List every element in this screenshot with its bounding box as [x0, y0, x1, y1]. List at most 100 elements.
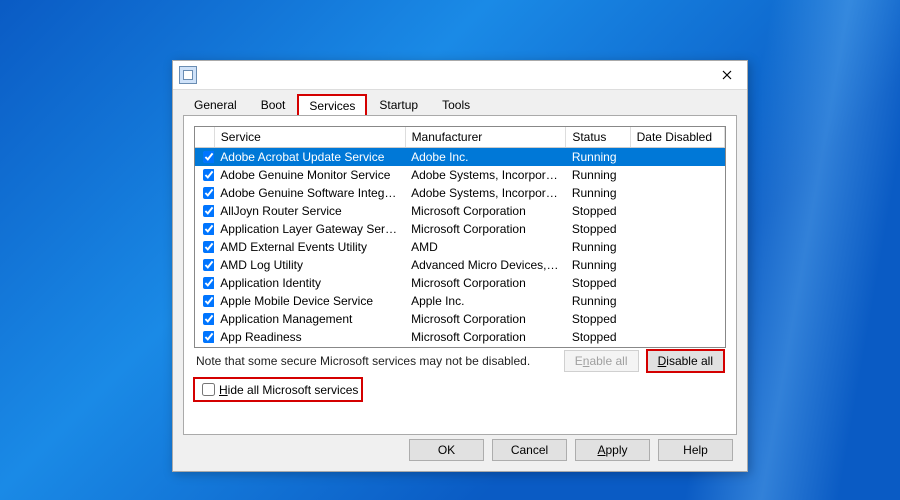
cell-date_disabled — [630, 256, 724, 274]
cell-service: AllJoyn Router Service — [214, 202, 405, 220]
apply-button[interactable]: Apply — [575, 439, 650, 461]
cell-service: Adobe Acrobat Update Service — [214, 148, 405, 167]
services-listview[interactable]: Service Manufacturer Status Date Disable… — [194, 126, 726, 348]
disable-all-button[interactable]: Disable all — [647, 350, 724, 372]
col-manufacturer[interactable]: Manufacturer — [405, 127, 566, 148]
tab-startup[interactable]: Startup — [368, 94, 429, 115]
cell-status: Running — [566, 238, 630, 256]
cell-service: Adobe Genuine Monitor Service — [214, 166, 405, 184]
cell-service: Application Layer Gateway Service — [214, 220, 405, 238]
cell-service: App Readiness — [214, 328, 405, 346]
cell-status: Stopped — [566, 274, 630, 292]
dialog-buttons: OK Cancel Apply Help — [409, 439, 733, 461]
cell-manufacturer: Microsoft Corporation — [405, 310, 566, 328]
cell-date_disabled — [630, 202, 724, 220]
tab-boot[interactable]: Boot — [250, 94, 297, 115]
service-checkbox[interactable] — [203, 169, 214, 181]
service-checkbox[interactable] — [203, 223, 214, 235]
cell-date_disabled — [630, 274, 724, 292]
cell-manufacturer: Adobe Inc. — [405, 148, 566, 167]
cell-service: AMD External Events Utility — [214, 238, 405, 256]
cell-date_disabled — [630, 292, 724, 310]
hide-microsoft-services-checkbox[interactable]: Hide all Microsoft services — [194, 378, 362, 401]
close-button[interactable] — [707, 61, 747, 89]
enable-all-button[interactable]: Enable all — [564, 350, 639, 372]
col-status[interactable]: Status — [566, 127, 630, 148]
cell-date_disabled — [630, 184, 724, 202]
table-row[interactable]: Application IdentityMicrosoft Corporatio… — [195, 274, 725, 292]
cell-service: AMD Log Utility — [214, 256, 405, 274]
table-row[interactable]: AppX Deployment Service (AppX...Microsof… — [195, 346, 725, 347]
tab-panel-services: Service Manufacturer Status Date Disable… — [183, 115, 737, 435]
cell-date_disabled — [630, 346, 724, 347]
cell-manufacturer: Microsoft Corporation — [405, 328, 566, 346]
cell-date_disabled — [630, 328, 724, 346]
tab-services[interactable]: Services — [298, 95, 366, 116]
service-checkbox[interactable] — [203, 205, 214, 217]
service-checkbox[interactable] — [203, 259, 214, 271]
msconfig-window: GeneralBootServicesStartupTools Service … — [172, 60, 748, 472]
tab-tools[interactable]: Tools — [431, 94, 481, 115]
cell-manufacturer: Advanced Micro Devices, I... — [405, 256, 566, 274]
cell-manufacturer: Apple Inc. — [405, 292, 566, 310]
cell-service: Apple Mobile Device Service — [214, 292, 405, 310]
cell-manufacturer: Microsoft Corporation — [405, 274, 566, 292]
cell-date_disabled — [630, 166, 724, 184]
cell-service: Application Management — [214, 310, 405, 328]
cancel-button[interactable]: Cancel — [492, 439, 567, 461]
cell-status: Running — [566, 148, 630, 167]
cell-date_disabled — [630, 310, 724, 328]
cell-date_disabled — [630, 238, 724, 256]
service-checkbox[interactable] — [203, 277, 214, 289]
titlebar[interactable] — [173, 61, 747, 90]
tabstrip: GeneralBootServicesStartupTools — [173, 90, 747, 115]
cell-manufacturer: Adobe Systems, Incorpora... — [405, 166, 566, 184]
app-icon — [179, 66, 197, 84]
table-row[interactable]: Apple Mobile Device ServiceApple Inc.Run… — [195, 292, 725, 310]
table-row[interactable]: Adobe Genuine Monitor ServiceAdobe Syste… — [195, 166, 725, 184]
table-row[interactable]: AMD Log UtilityAdvanced Micro Devices, I… — [195, 256, 725, 274]
cell-status: Stopped — [566, 328, 630, 346]
secure-services-note: Note that some secure Microsoft services… — [196, 354, 530, 368]
cell-status: Running — [566, 256, 630, 274]
table-row[interactable]: Adobe Genuine Software Integri...Adobe S… — [195, 184, 725, 202]
col-checkbox[interactable] — [195, 127, 214, 148]
table-row[interactable]: App ReadinessMicrosoft CorporationStoppe… — [195, 328, 725, 346]
close-icon — [722, 70, 732, 80]
cell-service: Application Identity — [214, 274, 405, 292]
cell-date_disabled — [630, 148, 724, 167]
cell-manufacturer: Microsoft Corporation — [405, 202, 566, 220]
cell-service: Adobe Genuine Software Integri... — [214, 184, 405, 202]
table-row[interactable]: AllJoyn Router ServiceMicrosoft Corporat… — [195, 202, 725, 220]
cell-manufacturer: AMD — [405, 238, 566, 256]
service-checkbox[interactable] — [203, 313, 214, 325]
col-date-disabled[interactable]: Date Disabled — [630, 127, 724, 148]
cell-manufacturer: Microsoft Corporation — [405, 346, 566, 347]
cell-manufacturer: Adobe Systems, Incorpora... — [405, 184, 566, 202]
cell-status: Stopped — [566, 346, 630, 347]
cell-status: Running — [566, 166, 630, 184]
table-row[interactable]: Adobe Acrobat Update ServiceAdobe Inc.Ru… — [195, 148, 725, 167]
tab-general[interactable]: General — [183, 94, 248, 115]
desktop-wallpaper: GeneralBootServicesStartupTools Service … — [0, 0, 900, 500]
cell-date_disabled — [630, 220, 724, 238]
help-button[interactable]: Help — [658, 439, 733, 461]
service-checkbox[interactable] — [203, 151, 214, 163]
service-checkbox[interactable] — [203, 241, 214, 253]
cell-service: AppX Deployment Service (AppX... — [214, 346, 405, 347]
cell-status: Stopped — [566, 202, 630, 220]
table-row[interactable]: Application ManagementMicrosoft Corporat… — [195, 310, 725, 328]
ok-button[interactable]: OK — [409, 439, 484, 461]
service-checkbox[interactable] — [203, 295, 214, 307]
service-checkbox[interactable] — [203, 331, 214, 343]
table-row[interactable]: Application Layer Gateway ServiceMicroso… — [195, 220, 725, 238]
hide-microsoft-services-input[interactable] — [202, 383, 215, 396]
service-checkbox[interactable] — [203, 187, 214, 199]
cell-manufacturer: Microsoft Corporation — [405, 220, 566, 238]
cell-status: Running — [566, 292, 630, 310]
col-service[interactable]: Service — [214, 127, 405, 148]
cell-status: Running — [566, 184, 630, 202]
cell-status: Stopped — [566, 220, 630, 238]
table-row[interactable]: AMD External Events UtilityAMDRunning — [195, 238, 725, 256]
cell-status: Stopped — [566, 310, 630, 328]
